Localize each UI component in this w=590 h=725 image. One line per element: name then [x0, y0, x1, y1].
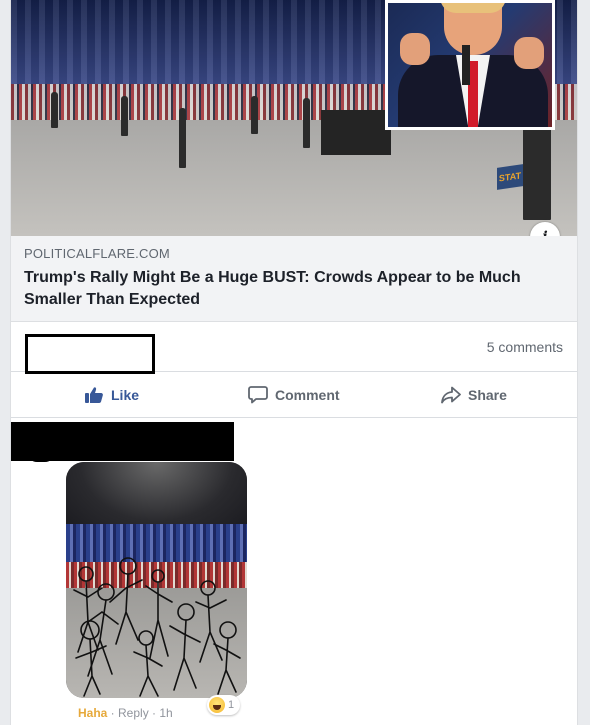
comment-label: Comment: [275, 386, 340, 403]
like-label: Like: [111, 386, 140, 403]
reaction-count: 1: [228, 699, 235, 711]
share-label: Share: [468, 386, 507, 403]
meta-separator: ·: [148, 706, 160, 720]
standing-person: [51, 92, 58, 128]
standing-person: [251, 96, 258, 134]
right-fist: [514, 37, 544, 69]
haha-emoji-icon: [209, 697, 225, 713]
link-headline[interactable]: Trump's Rally Might Be a Huge BUST: Crow…: [24, 267, 564, 311]
microphone: [462, 45, 470, 85]
standing-person: [523, 120, 551, 220]
left-fist: [400, 33, 430, 65]
redacted-commenter-name: [11, 422, 234, 461]
standing-person: [303, 98, 310, 148]
link-meta[interactable]: POLITICALFLARE.COM Trump's Rally Might B…: [11, 236, 577, 322]
share-button[interactable]: Share: [441, 372, 507, 417]
link-preview-image[interactable]: STAT: [11, 0, 577, 236]
haha-reaction-link[interactable]: Haha: [78, 706, 107, 720]
banner-sign: STAT: [497, 164, 523, 190]
hair: [440, 3, 506, 13]
standing-person: [121, 96, 128, 136]
camera-stage: [321, 110, 391, 155]
post-stats-row: 5 comments: [11, 322, 577, 374]
comment-button[interactable]: Comment: [248, 372, 340, 417]
facebook-post: STAT i POLITICALFLARE.COM Trump's Rally …: [10, 0, 578, 725]
link-source-domain: POLITICALFLARE.COM: [24, 246, 170, 261]
thumbs-up-icon: [85, 386, 103, 403]
reply-link[interactable]: Reply: [118, 706, 149, 720]
comment-meta-row: Haha · Reply · 1h: [78, 706, 173, 720]
comment-photo[interactable]: [66, 462, 247, 698]
post-action-bar: Like Comment Share: [11, 372, 577, 418]
redaction-box: [25, 334, 155, 374]
share-arrow-icon: [441, 386, 461, 403]
meta-separator: ·: [107, 706, 119, 720]
speaker-inset-photo: [385, 0, 555, 130]
like-button[interactable]: Like: [84, 372, 139, 417]
comment-count-link[interactable]: 5 comments: [487, 339, 563, 355]
arena-floor: [11, 120, 577, 236]
stick-figure-drawing: [73, 557, 241, 697]
standing-person: [179, 108, 186, 168]
comment-bubble-icon: [248, 386, 268, 404]
reaction-count-badge[interactable]: 1: [207, 695, 241, 715]
comment-section: Haha · Reply · 1h 1: [11, 418, 577, 725]
comment-timestamp[interactable]: 1h: [159, 706, 172, 720]
